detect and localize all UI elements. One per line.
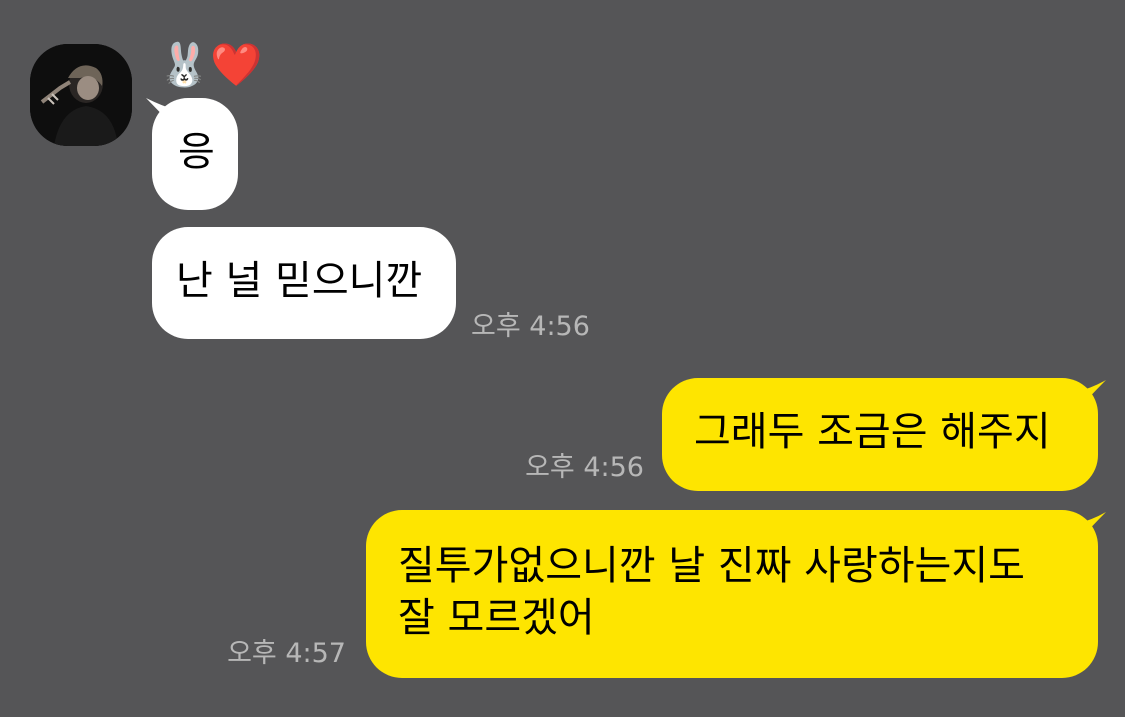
message-text: 그래두 조금은 해주지 [694,409,1051,455]
sender-name: 🐰❤️ [158,40,263,89]
message-timestamp: 오후 4:56 [525,452,644,483]
sender-avatar[interactable] [30,44,132,146]
outgoing-message-bubble[interactable]: 그래두 조금은 해주지 [662,378,1098,491]
outgoing-message-bubble[interactable]: 질투가없으니깐 날 진짜 사랑하는지도 잘 모르겠어 [366,510,1098,678]
message-text-line: 질투가없으니깐 날 진짜 사랑하는지도 [398,543,1025,589]
message-text-line: 잘 모르겠어 [398,595,595,641]
incoming-message-bubble[interactable]: 난 널 믿으니깐 [152,227,456,339]
person-photo-icon [30,44,132,146]
message-text: 응 [178,129,215,175]
message-timestamp: 오후 4:56 [471,311,590,342]
incoming-message-bubble[interactable]: 응 [152,98,238,210]
message-text: 난 널 믿으니깐 [176,258,423,304]
message-timestamp: 오후 4:57 [227,638,346,669]
